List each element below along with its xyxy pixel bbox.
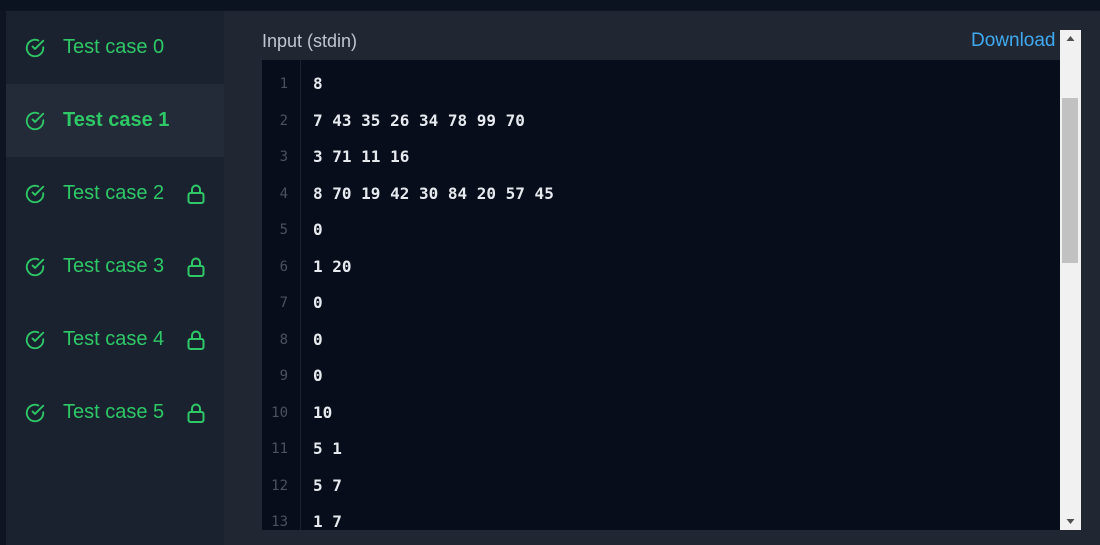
line-text: 8 70 19 42 30 84 20 57 45 (313, 183, 554, 203)
line-text: 3 71 11 16 (313, 147, 410, 166)
line-text: 1 7 (313, 512, 342, 530)
test-case-label: Test case 0 (63, 36, 165, 58)
test-case-5[interactable]: Test case 5 (6, 376, 224, 449)
line-text: 0 (313, 329, 323, 349)
code-line: 13 1 7 (262, 510, 1060, 530)
code-line: 7 0 (262, 291, 1060, 315)
lock-icon (187, 184, 205, 204)
test-case-2[interactable]: Test case 2 (6, 157, 224, 230)
line-number: 10 (271, 404, 288, 421)
line-text: 5 7 (313, 475, 342, 495)
check-circle-icon (25, 330, 45, 349)
scrollbar-thumb[interactable] (1062, 98, 1078, 263)
test-case-label: Test case 5 (63, 401, 165, 423)
test-case-1[interactable]: Test case 1 (6, 84, 224, 157)
stdin-viewer[interactable]: 1 8 2 7 43 35 26 34 78 99 70 3 3 71 11 1… (262, 60, 1060, 530)
test-case-label: Test case 3 (63, 255, 165, 277)
test-case-0[interactable]: Test case 0 (6, 11, 224, 84)
download-link[interactable]: Download (971, 30, 1056, 52)
lock-icon (187, 257, 205, 277)
line-text: 8 (313, 74, 323, 93)
line-text: 0 (313, 293, 323, 312)
line-text: 5 1 (313, 439, 342, 458)
scroll-down-arrow-icon[interactable] (1060, 513, 1081, 530)
code-line: 6 1 20 (262, 255, 1060, 279)
check-circle-icon (25, 403, 45, 422)
code-line: 9 0 (262, 364, 1060, 388)
line-number: 9 (279, 368, 288, 384)
line-number: 2 (279, 112, 288, 129)
code-line: 3 3 71 11 16 (262, 145, 1060, 169)
input-stdin-title: Input (stdin) (262, 31, 358, 51)
line-text: 7 43 35 26 34 78 99 70 (313, 110, 525, 130)
line-text: 10 (313, 402, 333, 422)
app-root: Test case 0 Test case 1 Test case 2 Test… (0, 0, 1100, 545)
code-line: 4 8 70 19 42 30 84 20 57 45 (262, 182, 1060, 206)
test-case-sidebar: Test case 0 Test case 1 Test case 2 Test… (6, 11, 224, 545)
code-line: 5 0 (262, 218, 1060, 242)
line-number: 11 (271, 441, 288, 457)
check-circle-icon (25, 111, 45, 130)
line-number: 7 (279, 295, 288, 311)
code-line: 8 0 (262, 328, 1060, 352)
line-number: 13 (271, 514, 288, 530)
test-case-label: Test case 2 (63, 182, 165, 204)
check-circle-icon (25, 184, 45, 203)
test-case-label: Test case 1 (63, 109, 170, 131)
code-line: 2 7 43 35 26 34 78 99 70 (262, 109, 1060, 133)
vertical-scrollbar[interactable] (1060, 30, 1081, 530)
line-text: 1 20 (313, 256, 352, 276)
check-circle-icon (25, 257, 45, 276)
line-number: 5 (279, 222, 288, 238)
code-line: 1 8 (262, 72, 1060, 96)
code-line: 10 10 (262, 401, 1060, 425)
test-case-detail-panel: Input (stdin) Download 1 8 2 7 43 35 26 … (224, 11, 1100, 545)
line-number: 4 (279, 185, 288, 202)
line-number: 8 (279, 331, 288, 348)
test-case-label: Test case 4 (63, 328, 165, 350)
top-bar (0, 0, 1100, 10)
line-number: 12 (271, 477, 288, 494)
line-text: 0 (313, 366, 323, 385)
line-number: 3 (279, 149, 288, 165)
line-text: 0 (313, 220, 323, 239)
code-line: 12 5 7 (262, 474, 1060, 498)
check-circle-icon (25, 38, 45, 57)
test-case-4[interactable]: Test case 4 (6, 303, 224, 376)
line-number: 1 (279, 76, 288, 92)
lock-icon (187, 403, 205, 423)
scroll-up-arrow-icon[interactable] (1060, 30, 1081, 47)
test-case-3[interactable]: Test case 3 (6, 230, 224, 303)
lock-icon (187, 330, 205, 350)
code-line: 11 5 1 (262, 437, 1060, 461)
line-number: 6 (279, 258, 288, 275)
